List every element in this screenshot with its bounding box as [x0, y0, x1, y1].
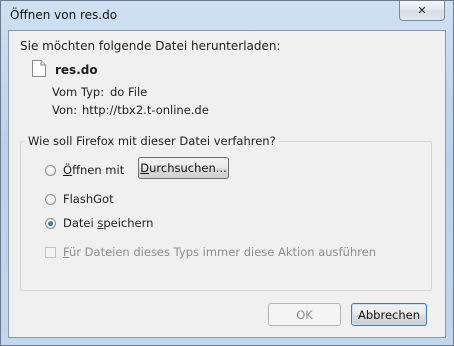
ok-button[interactable]: OK	[268, 303, 341, 326]
file-type-value: do File	[110, 85, 148, 99]
browse-button[interactable]: Durchsuchen...	[138, 157, 229, 179]
download-prompt: Sie möchten folgende Datei herunterladen…	[20, 39, 281, 53]
file-type-label: Vom Typ:	[52, 85, 105, 99]
radio-save-file[interactable]	[45, 217, 56, 229]
option-open-with[interactable]: Öffnen mit	[45, 163, 124, 177]
remember-choice-row[interactable]: Für Dateien dieses Typs immer diese Akti…	[45, 245, 376, 259]
radio-flashgot[interactable]	[45, 193, 56, 205]
close-icon: ✕	[417, 4, 427, 17]
option-save-file[interactable]: Datei speichern	[45, 216, 153, 230]
option-save-file-label: Datei speichern	[63, 216, 154, 230]
window-title: Öffnen von res.do	[10, 8, 118, 22]
cancel-button[interactable]: Abbrechen	[351, 303, 427, 326]
file-name: res.do	[55, 63, 98, 77]
file-source-value: http://tbx2.t-online.de	[82, 103, 209, 117]
action-group-legend: Wie soll Firefox mit dieser Datei verfah…	[25, 134, 279, 148]
file-type-row: Vom Typ: do File	[52, 85, 147, 99]
browse-button-label: Durchsuchen...	[140, 161, 227, 175]
dialog-body: Sie möchten folgende Datei herunterladen…	[8, 30, 446, 338]
option-flashgot[interactable]: FlashGot	[45, 192, 114, 206]
file-icon	[32, 60, 46, 77]
option-open-with-label: Öffnen mit	[63, 163, 125, 177]
dialog-window: Öffnen von res.do ✕ Sie möchten folgende…	[0, 0, 454, 346]
remember-choice-label: Für Dateien dieses Typs immer diese Akti…	[63, 245, 376, 259]
remember-choice-checkbox[interactable]	[45, 246, 56, 258]
action-groupbox: Wie soll Firefox mit dieser Datei verfah…	[20, 134, 432, 291]
close-button[interactable]: ✕	[399, 1, 445, 21]
file-source-label: Von:	[52, 103, 78, 117]
file-source-row: Von: http://tbx2.t-online.de	[52, 103, 209, 117]
option-flashgot-label: FlashGot	[63, 192, 114, 206]
radio-open-with[interactable]	[45, 164, 56, 176]
